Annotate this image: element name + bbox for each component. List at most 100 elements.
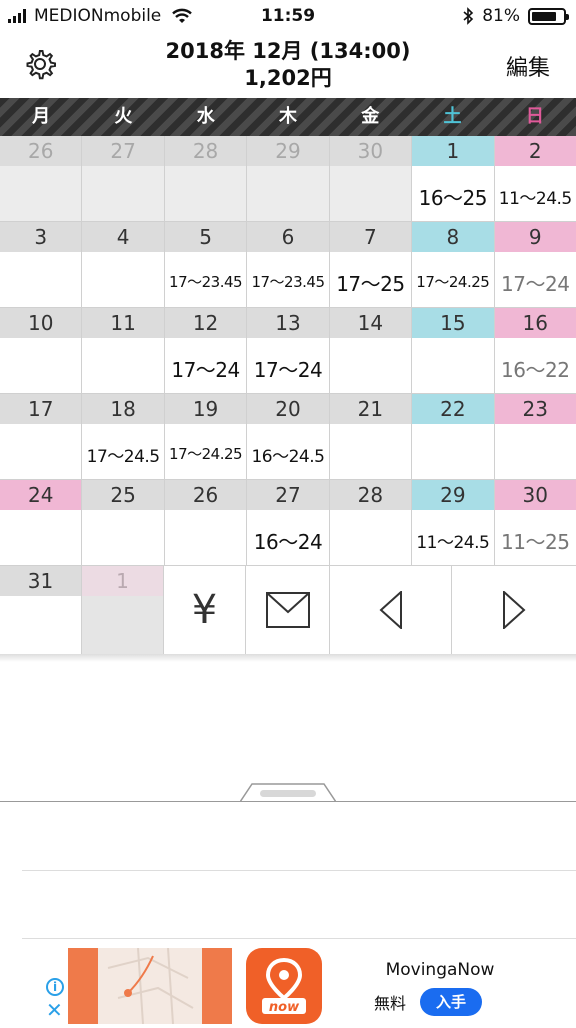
calendar-day[interactable]: 29 11〜24.5 xyxy=(412,480,495,566)
day-number: 18 xyxy=(82,394,164,424)
calendar-day[interactable]: 31 xyxy=(0,566,82,654)
day-number: 14 xyxy=(329,308,412,338)
day-number: 28 xyxy=(164,136,247,166)
day-number: 27 xyxy=(247,480,329,510)
day-number: 23 xyxy=(494,394,576,424)
calendar-day[interactable]: 21 xyxy=(329,394,413,480)
day-number: 9 xyxy=(494,222,576,252)
calendar-day[interactable]: 25 xyxy=(82,480,165,566)
day-number: 27 xyxy=(82,136,164,166)
calendar-week-row: 3 4 5 17〜23.45 6 17〜23.45 7 17〜25 8 17〜24.25 9 17〜2… xyxy=(0,222,576,308)
calendar-day[interactable]: 15 xyxy=(412,308,495,394)
list-separator xyxy=(22,938,576,939)
prev-month-button[interactable] xyxy=(330,566,452,654)
calendar-day[interactable]: 2 11〜24.5 xyxy=(494,136,576,222)
day-number: 29 xyxy=(247,136,329,166)
calendar-day[interactable]: 26 xyxy=(0,136,83,222)
drawer-handle[interactable] xyxy=(240,782,336,802)
calendar-day[interactable]: 8 17〜24.25 xyxy=(412,222,495,308)
calendar-day[interactable]: 27 xyxy=(82,136,165,222)
ad-info-icon[interactable]: i xyxy=(46,978,64,996)
shift-time: 11〜25 xyxy=(501,530,570,554)
calendar-day[interactable]: 6 17〜23.45 xyxy=(247,222,330,308)
shift-time: 17〜25 xyxy=(336,272,405,296)
battery-icon xyxy=(528,7,569,25)
page-title: 2018年 12月 (134:00) 1,202円 xyxy=(0,38,576,92)
month-total: 1,202円 xyxy=(244,66,332,90)
day-number: 17 xyxy=(0,394,82,424)
calendar-day[interactable]: 22 xyxy=(412,394,495,480)
calendar-day[interactable]: 30 xyxy=(329,136,413,222)
calendar-day[interactable]: 4 xyxy=(82,222,165,308)
shift-time: 16〜22 xyxy=(501,358,570,382)
divider xyxy=(0,801,576,802)
calendar-day[interactable]: 7 17〜25 xyxy=(329,222,413,308)
calendar-day[interactable]: 14 xyxy=(329,308,413,394)
edit-button[interactable]: 編集 xyxy=(506,50,550,82)
day-number: 24 xyxy=(0,480,82,510)
weekday-label: 月 xyxy=(32,106,51,127)
calendar-day[interactable]: 26 xyxy=(164,480,248,566)
shift-time: 11〜24.5 xyxy=(416,533,490,553)
day-number: 28 xyxy=(329,480,412,510)
yen-button[interactable]: ¥ xyxy=(164,566,246,654)
calendar-day[interactable]: 10 xyxy=(0,308,83,394)
shift-time: 16〜25 xyxy=(418,186,488,210)
calendar-day[interactable]: 11 xyxy=(82,308,165,394)
calendar-day[interactable]: 19 17〜24.25 xyxy=(164,394,248,480)
calendar-day-next-month[interactable]: 1 xyxy=(82,566,164,654)
calendar-day[interactable]: 24 xyxy=(0,480,83,566)
day-number: 29 xyxy=(412,480,494,510)
calendar-day[interactable]: 13 17〜24 xyxy=(247,308,330,394)
weekday-header: 月火水木金土日 xyxy=(0,98,576,136)
weekday-label: 金 xyxy=(361,106,380,127)
calendar-day[interactable]: 23 xyxy=(494,394,576,480)
ad-app-icon: now xyxy=(246,948,322,1024)
calendar-last-row: 31 1 ¥ xyxy=(0,566,576,655)
calendar-day[interactable]: 28 xyxy=(164,136,248,222)
month-title: 2018年 12月 (134:00) xyxy=(165,39,411,63)
day-number: 10 xyxy=(0,308,82,338)
status-bar: MEDIONmobile 11:59 81% xyxy=(0,0,576,34)
day-number: 8 xyxy=(412,222,494,252)
weekday-label: 水 xyxy=(196,106,215,127)
day-number: 26 xyxy=(164,480,247,510)
ad-banner[interactable]: i ✕ now MovingaNow 無料 入手 xyxy=(42,946,534,1025)
day-number: 7 xyxy=(329,222,412,252)
calendar-day[interactable]: 12 17〜24 xyxy=(164,308,248,394)
bluetooth-icon xyxy=(463,7,474,25)
day-number: 6 xyxy=(247,222,329,252)
calendar-day[interactable]: 28 xyxy=(329,480,413,566)
ad-close-icon[interactable]: ✕ xyxy=(46,1000,63,1020)
shift-time: 17〜23.45 xyxy=(251,273,325,291)
calendar-day[interactable]: 17 xyxy=(0,394,83,480)
weekday-label: 火 xyxy=(114,106,133,127)
calendar-day[interactable]: 18 17〜24.5 xyxy=(82,394,165,480)
calendar-day[interactable]: 30 11〜25 xyxy=(494,480,576,566)
day-number: 1 xyxy=(82,566,163,596)
mail-icon xyxy=(265,592,310,628)
calendar-day[interactable]: 20 16〜24.5 xyxy=(247,394,330,480)
location-pin-icon: now xyxy=(262,957,306,1015)
mail-button[interactable] xyxy=(246,566,330,654)
ad-get-button[interactable]: 入手 xyxy=(420,988,482,1016)
calendar-day[interactable]: 5 17〜23.45 xyxy=(164,222,248,308)
calendar-grid: 26 27 28 29 30 1 16〜25 2 11〜24.5 3 4 5 17〜23.45 6 17〜2… xyxy=(0,136,576,566)
calendar-day[interactable]: 16 16〜22 xyxy=(494,308,576,394)
yen-icon: ¥ xyxy=(191,587,218,633)
calendar-day[interactable]: 1 16〜25 xyxy=(412,136,495,222)
battery-percent: 81% xyxy=(482,6,520,26)
calendar-day[interactable]: 29 xyxy=(247,136,330,222)
day-number: 26 xyxy=(0,136,82,166)
shift-time: 17〜24 xyxy=(501,272,570,296)
calendar-day[interactable]: 27 16〜24 xyxy=(247,480,330,566)
day-number: 11 xyxy=(82,308,164,338)
day-number: 1 xyxy=(412,136,494,166)
calendar-day[interactable]: 3 xyxy=(0,222,83,308)
calendar-day[interactable]: 9 17〜24 xyxy=(494,222,576,308)
calendar-week-row: 26 27 28 29 30 1 16〜25 2 11〜24.5 xyxy=(0,136,576,222)
day-number: 15 xyxy=(412,308,494,338)
next-month-button[interactable] xyxy=(452,566,576,654)
day-number: 22 xyxy=(412,394,494,424)
chevron-right-icon xyxy=(503,591,526,629)
